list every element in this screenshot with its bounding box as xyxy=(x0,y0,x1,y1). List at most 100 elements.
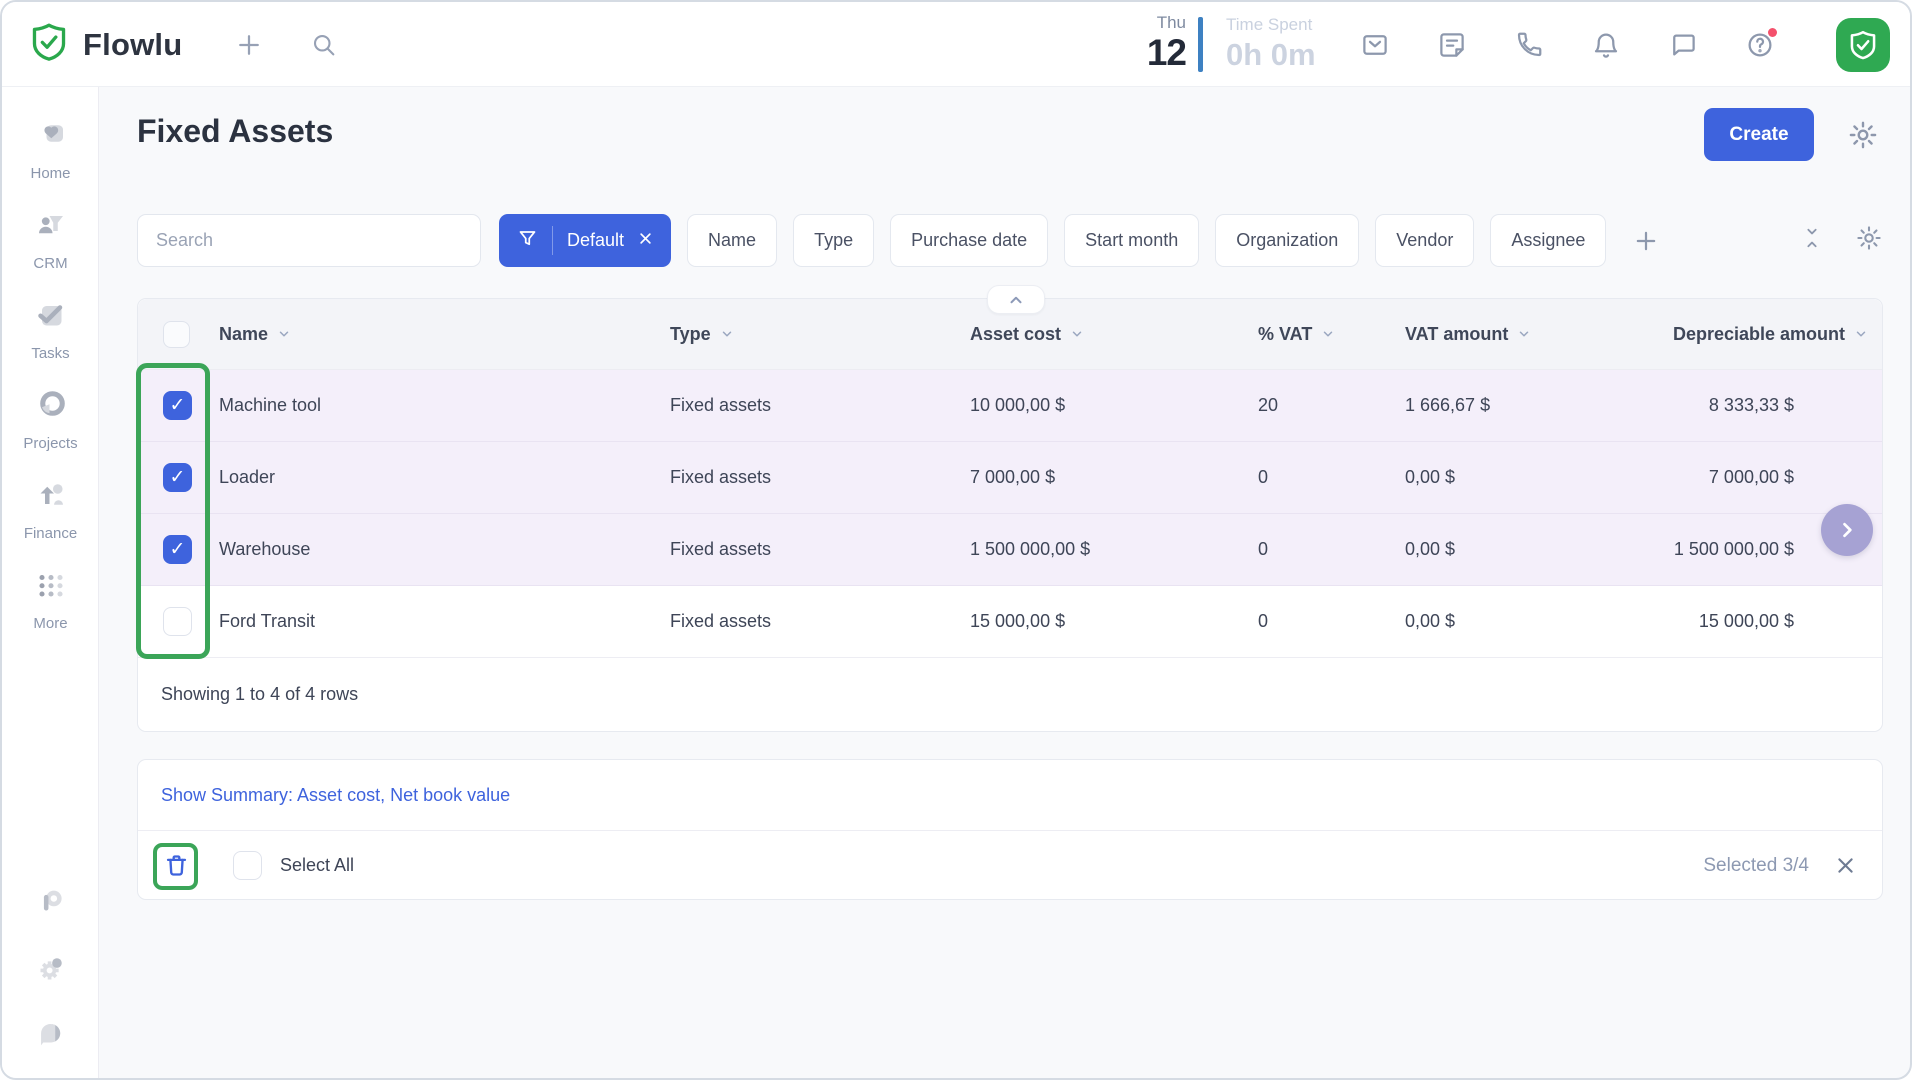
brand-logo[interactable]: Flowlu xyxy=(28,2,182,87)
gear-icon xyxy=(34,952,68,991)
sidebar-chat-button[interactable] xyxy=(2,1012,99,1060)
row-checkbox[interactable] xyxy=(163,463,192,492)
filter-chip-assignee[interactable]: Assignee xyxy=(1490,214,1606,267)
column-header-vat-percent[interactable]: % VAT xyxy=(1258,324,1405,345)
chat-icon[interactable] xyxy=(1668,30,1698,60)
filter-chip-type[interactable]: Type xyxy=(793,214,874,267)
column-header-vat-amount[interactable]: VAT amount xyxy=(1405,324,1645,345)
cell-name: Machine tool xyxy=(219,395,670,416)
cell-vat-amount: 1 666,67 $ xyxy=(1405,395,1645,416)
sidebar-item-projects[interactable]: Projects xyxy=(2,374,99,464)
mail-icon[interactable] xyxy=(1360,30,1390,60)
create-button[interactable]: Create xyxy=(1704,108,1814,161)
filter-chip-name[interactable]: Name xyxy=(687,214,777,267)
table-settings-gear-icon[interactable] xyxy=(1855,224,1883,257)
sidebar-item-crm[interactable]: CRM xyxy=(2,194,99,284)
close-selection-icon[interactable] xyxy=(1835,855,1856,876)
collapse-table-pill[interactable] xyxy=(987,285,1045,314)
sidebar-item-home[interactable]: Home xyxy=(2,104,99,194)
time-spent-widget[interactable]: Time Spent 0h 0m xyxy=(1226,16,1316,70)
rows-count-text: Showing 1 to 4 of 4 rows xyxy=(161,684,358,705)
cell-name: Loader xyxy=(219,467,670,488)
cell-vat-percent: 0 xyxy=(1258,539,1405,560)
table-row[interactable]: WarehouseFixed assets1 500 000,00 $00,00… xyxy=(138,514,1882,586)
phone-icon[interactable] xyxy=(1514,30,1544,60)
avatar[interactable] xyxy=(1836,18,1890,72)
top-bar: Flowlu Thu 12 Time Spent 0h 0m xyxy=(2,2,1912,87)
sidebar-item-label: Projects xyxy=(23,435,77,452)
page-settings-gear-icon[interactable] xyxy=(1847,119,1879,156)
notes-icon[interactable] xyxy=(1437,30,1467,60)
cell-type: Fixed assets xyxy=(670,539,970,560)
add-filter-icon[interactable] xyxy=(1632,227,1660,255)
table-footer: Showing 1 to 4 of 4 rows xyxy=(138,658,1882,731)
filter-chip-vendor[interactable]: Vendor xyxy=(1375,214,1474,267)
select-all-header-checkbox[interactable] xyxy=(163,321,190,348)
column-header-asset-cost[interactable]: Asset cost xyxy=(970,324,1258,345)
filter-chip-organization[interactable]: Organization xyxy=(1215,214,1359,267)
filter-row: Default Name Type Purchase date Start month… xyxy=(137,214,1883,267)
brand-name: Flowlu xyxy=(83,27,182,63)
projects-icon xyxy=(33,387,69,428)
sidebar-item-tasks[interactable]: Tasks xyxy=(2,284,99,374)
sidebar-item-finance[interactable]: Finance xyxy=(2,464,99,554)
column-header-depreciable-amount[interactable]: Depreciable amount xyxy=(1645,324,1882,345)
search-icon[interactable] xyxy=(310,2,338,87)
row-checkbox-cell xyxy=(138,535,219,564)
show-summary-link[interactable]: Show Summary: Asset cost, Net book value xyxy=(161,785,510,806)
row-checkbox-cell xyxy=(138,463,219,492)
topbar-actions xyxy=(1360,2,1890,87)
cell-vat-percent: 0 xyxy=(1258,611,1405,632)
remove-filter-icon[interactable] xyxy=(638,230,653,251)
table-row[interactable]: LoaderFixed assets7 000,00 $00,00 $7 000… xyxy=(138,442,1882,514)
home-icon xyxy=(33,117,69,158)
row-checkbox[interactable] xyxy=(163,607,192,636)
select-all-checkbox[interactable] xyxy=(233,851,262,880)
filter-chip-purchase-date[interactable]: Purchase date xyxy=(890,214,1048,267)
table-row[interactable]: Machine toolFixed assets10 000,00 $201 6… xyxy=(138,370,1882,442)
flowlu-shield-logo-icon xyxy=(28,21,70,68)
cell-name: Ford Transit xyxy=(219,611,670,632)
sidebar-item-label: Home xyxy=(30,165,70,182)
active-filter-chip[interactable]: Default xyxy=(499,214,671,267)
cell-type: Fixed assets xyxy=(670,467,970,488)
time-spent-label: Time Spent xyxy=(1226,16,1316,33)
quick-add-button[interactable] xyxy=(234,2,264,87)
cell-asset-cost: 15 000,00 $ xyxy=(970,611,1258,632)
cell-vat-amount: 0,00 $ xyxy=(1405,467,1645,488)
cell-vat-percent: 20 xyxy=(1258,395,1405,416)
cell-vat-percent: 0 xyxy=(1258,467,1405,488)
active-filter-label: Default xyxy=(567,230,624,251)
search-input[interactable] xyxy=(137,214,481,267)
calendar-widget[interactable]: Thu 12 xyxy=(1106,14,1186,71)
page-title: Fixed Assets xyxy=(137,113,333,150)
summary-card: Show Summary: Asset cost, Net book value… xyxy=(137,759,1883,900)
cell-depreciable-amount: 8 333,33 $ xyxy=(1645,395,1882,416)
sidebar-item-more[interactable]: More xyxy=(2,554,99,644)
summary-link-row: Show Summary: Asset cost, Net book value xyxy=(138,760,1882,830)
chat-bubble-icon xyxy=(34,1017,68,1056)
delete-selected-trash-icon[interactable] xyxy=(163,852,190,879)
cell-vat-amount: 0,00 $ xyxy=(1405,611,1645,632)
filter-chips: Name Type Purchase date Start month Organiza… xyxy=(687,214,1606,267)
row-checkbox[interactable] xyxy=(163,535,192,564)
sidebar-settings-button[interactable] xyxy=(2,947,99,995)
time-spent-value: 0h 0m xyxy=(1226,39,1316,70)
more-grid-icon xyxy=(33,567,69,608)
sidebar-item-label: More xyxy=(33,615,67,632)
collapse-filters-icon[interactable] xyxy=(1801,225,1823,256)
cell-type: Fixed assets xyxy=(670,395,970,416)
assets-table: Name Type Asset cost % VAT VAT amount xyxy=(137,298,1883,732)
row-checkbox[interactable] xyxy=(163,391,192,420)
filter-chip-start-month[interactable]: Start month xyxy=(1064,214,1199,267)
scroll-right-button[interactable] xyxy=(1821,504,1873,556)
column-header-type[interactable]: Type xyxy=(670,324,970,345)
sidebar-app-button[interactable] xyxy=(2,880,99,928)
column-header-name[interactable]: Name xyxy=(219,324,670,345)
table-row[interactable]: Ford TransitFixed assets15 000,00 $00,00… xyxy=(138,586,1882,658)
help-icon[interactable] xyxy=(1745,30,1775,60)
app-icon xyxy=(34,885,68,924)
selected-count-text: Selected 3/4 xyxy=(1703,855,1809,877)
app-window: Flowlu Thu 12 Time Spent 0h 0m xyxy=(0,0,1912,1080)
bell-icon[interactable] xyxy=(1591,30,1621,60)
